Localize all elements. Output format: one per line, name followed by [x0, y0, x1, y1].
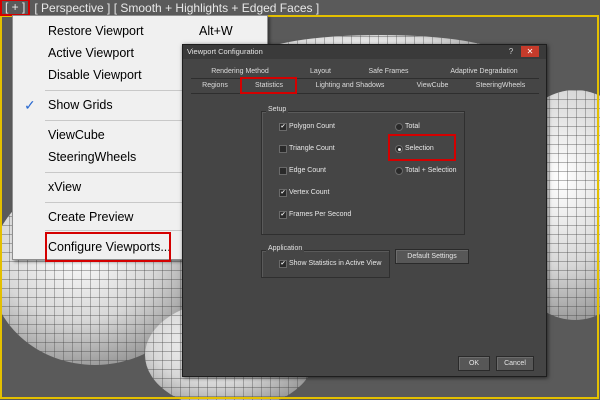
menu-item-label: Disable Viewport — [48, 68, 142, 82]
dialog-title: Viewport Configuration — [187, 47, 263, 56]
checkbox-box[interactable] — [279, 167, 287, 175]
tab-layout[interactable]: Layout — [298, 66, 343, 77]
radio-dot[interactable] — [395, 123, 403, 131]
help-button[interactable]: ? — [505, 46, 517, 57]
menu-item-shortcut: Alt+W — [199, 24, 233, 38]
menu-item-restore-viewport[interactable]: Restore Viewport Alt+W — [13, 20, 267, 42]
tab-safe-frames[interactable]: Safe Frames — [361, 66, 416, 77]
checkbox-label: Vertex Count — [289, 189, 330, 196]
checkbox-label: Frames Per Second — [289, 211, 352, 218]
application-group-label: Application — [266, 245, 305, 252]
selection-highlight — [388, 134, 456, 161]
default-settings-button[interactable]: Default Settings — [395, 249, 469, 264]
tab-rendering-method[interactable]: Rendering Method — [205, 66, 275, 77]
menu-item-label: Restore Viewport — [48, 24, 144, 38]
ok-button[interactable]: OK — [458, 356, 490, 371]
checkbox-label: Triangle Count — [289, 145, 335, 152]
checkbox-box[interactable]: ✔ — [279, 211, 287, 219]
menu-item-label: ViewCube — [48, 128, 105, 142]
configure-viewports-highlight — [45, 232, 171, 262]
menu-item-label: Create Preview — [48, 210, 134, 224]
tab-lighting-and-shadows[interactable]: Lighting and Shadows — [305, 80, 395, 91]
checkbox-box[interactable]: ✔ — [279, 123, 287, 131]
viewport-plus-menu-button[interactable]: [ + ] — [0, 0, 31, 16]
menu-item-label: Active Viewport — [48, 46, 134, 60]
tab-adaptive-degradation[interactable]: Adaptive Degradation — [439, 66, 529, 77]
menu-item-label: xView — [48, 180, 82, 194]
tab-steeringwheels[interactable]: SteeringWheels — [468, 80, 533, 91]
checkbox-box[interactable]: ✔ — [279, 260, 287, 268]
tab-viewcube[interactable]: ViewCube — [405, 80, 460, 91]
cancel-button[interactable]: Cancel — [496, 356, 534, 371]
radio-label: Total + Selection — [405, 167, 457, 174]
dialog-titlebar[interactable]: Viewport Configuration ? ✕ — [183, 45, 546, 59]
tab-regions[interactable]: Regions — [195, 80, 235, 91]
menu-item-label: Show Grids — [48, 98, 113, 112]
radio-dot[interactable] — [395, 167, 403, 175]
checkbox-label: Polygon Count — [289, 123, 335, 130]
checkbox-box[interactable] — [279, 145, 287, 153]
checkbox-box[interactable]: ✔ — [279, 189, 287, 197]
checkmark-icon: ✓ — [24, 97, 36, 113]
checkbox-label: Edge Count — [289, 167, 326, 174]
statistics-tab-highlight — [240, 77, 297, 94]
close-button[interactable]: ✕ — [521, 46, 539, 57]
viewport-configuration-dialog: Viewport Configuration ? ✕ Rendering Met… — [182, 44, 547, 377]
menu-item-label: SteeringWheels — [48, 150, 137, 164]
viewport-label: [ + ] [ Perspective ] [ Smooth + Highlig… — [0, 0, 319, 16]
checkbox-label: Show Statistics in Active View — [289, 260, 382, 267]
viewport-label-text[interactable]: [ Perspective ] [ Smooth + Highlights + … — [34, 1, 319, 15]
radio-label: Total — [405, 123, 420, 130]
setup-group-label: Setup — [266, 106, 289, 113]
